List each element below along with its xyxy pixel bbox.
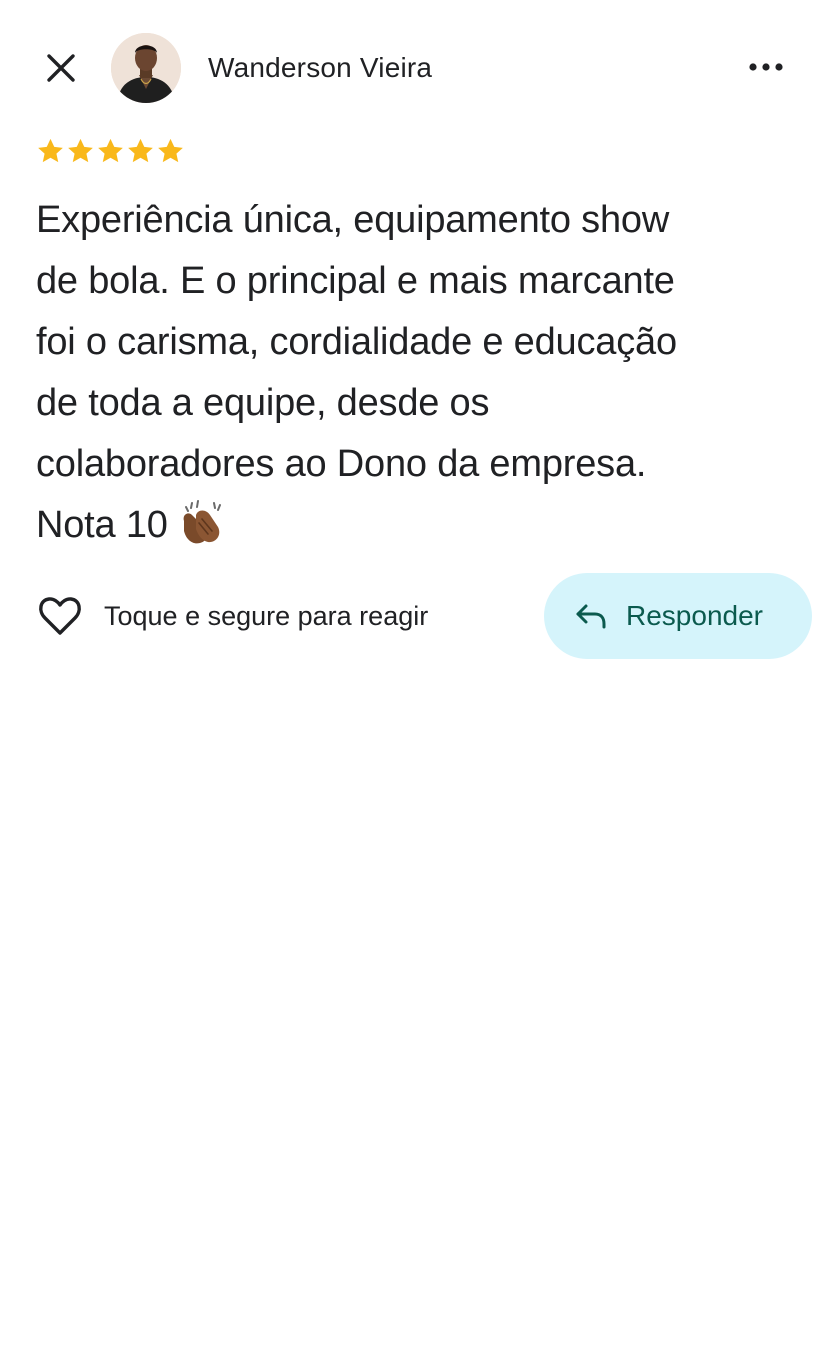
reply-button[interactable]: Responder (544, 573, 812, 659)
more-options-button[interactable] (742, 46, 790, 88)
review-text: Experiência única, equipamento show de b… (36, 190, 806, 556)
review-line: Experiência única, equipamento show (36, 199, 670, 241)
star-icon (68, 138, 93, 163)
close-icon (47, 54, 75, 82)
review-line: colaboradores ao Dono da empresa. (36, 443, 647, 485)
review-line: foi o carisma, cordialidade e educação (36, 321, 677, 363)
reply-label: Responder (626, 600, 763, 631)
star-rating (36, 137, 185, 166)
star-icon (98, 138, 123, 163)
review-line: de bola. E o principal e mais marcante (36, 260, 675, 302)
close-button[interactable] (38, 45, 84, 91)
avatar-image (111, 33, 181, 103)
star-icon (128, 138, 153, 163)
star-icon (158, 138, 183, 163)
review-line: de toda a equipe, desde os (36, 382, 490, 424)
reply-arrow-icon (574, 599, 608, 633)
heart-outline-icon (36, 592, 84, 640)
star-icon (38, 138, 63, 163)
react-action[interactable]: Toque e segure para reagir (36, 592, 428, 640)
avatar[interactable] (111, 33, 181, 103)
review-header: Wanderson Vieira (0, 0, 828, 134)
more-horizontal-icon (749, 63, 783, 71)
review-line: Nota 10 (36, 504, 168, 546)
react-label: Toque e segure para reagir (104, 600, 429, 631)
author-name[interactable]: Wanderson Vieira (208, 50, 432, 86)
review-line-last: Nota 10 (36, 495, 806, 556)
clapping-hands-emoji (183, 500, 221, 544)
